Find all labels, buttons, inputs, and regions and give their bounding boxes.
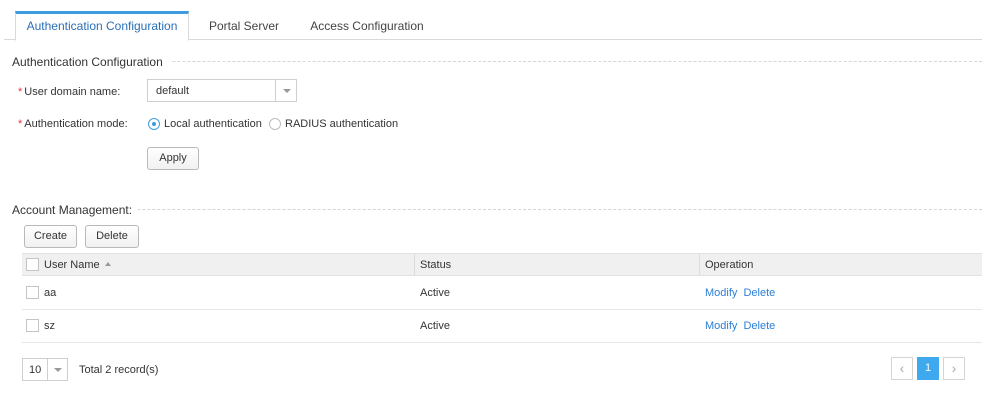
status-cell: Active: [420, 287, 450, 299]
mode-label: * Authentication mode:: [18, 118, 128, 130]
chevron-left-icon: ‹: [899, 360, 905, 376]
domain-label-text: User domain name:: [24, 86, 121, 98]
column-divider: [699, 254, 700, 275]
delete-button[interactable]: Delete: [85, 225, 139, 248]
table-row: aa Active Modify Delete: [22, 277, 982, 310]
page-size-select[interactable]: 10: [22, 358, 68, 381]
tab-portal-server[interactable]: Portal Server: [200, 11, 288, 40]
delete-link[interactable]: Delete: [743, 287, 775, 299]
status-cell: Active: [420, 320, 450, 332]
tab-authentication-configuration[interactable]: Authentication Configuration: [15, 11, 189, 41]
column-user-name-label: User Name: [44, 259, 100, 271]
radius-authentication-label[interactable]: RADIUS authentication: [285, 118, 398, 130]
select-all-checkbox[interactable]: [26, 258, 39, 271]
column-status: Status: [420, 259, 452, 271]
chevron-down-icon[interactable]: [275, 80, 296, 101]
required-mark: *: [18, 118, 23, 130]
radio-local-authentication[interactable]: [148, 118, 160, 130]
table-header: User Name Status Operation: [22, 253, 982, 276]
radio-radius-authentication[interactable]: [269, 118, 281, 130]
domain-label: * User domain name:: [18, 86, 120, 98]
tab-access-configuration[interactable]: Access Configuration: [302, 11, 432, 40]
chevron-right-icon: ›: [951, 360, 957, 376]
user-domain-value: default: [156, 85, 190, 97]
delete-link[interactable]: Delete: [743, 320, 775, 332]
column-operation: Operation: [705, 259, 754, 271]
total-records: Total 2 record(s): [79, 364, 159, 376]
table-row: sz Active Modify Delete: [22, 310, 982, 343]
section-divider: [12, 209, 982, 210]
local-authentication-label[interactable]: Local authentication: [164, 118, 262, 130]
modify-link[interactable]: Modify: [705, 287, 737, 299]
page-button-current[interactable]: 1: [917, 357, 939, 380]
page-size-value: 10: [29, 364, 42, 376]
operation-cell: Modify Delete: [705, 287, 775, 299]
prev-page-button[interactable]: ‹: [891, 357, 913, 380]
operation-cell: Modify Delete: [705, 320, 775, 332]
user-name-cell: sz: [44, 320, 55, 332]
next-page-button[interactable]: ›: [943, 357, 965, 380]
column-user-name[interactable]: User Name: [44, 259, 111, 271]
column-divider: [414, 254, 415, 275]
user-domain-select[interactable]: default: [147, 79, 297, 102]
chevron-down-icon[interactable]: [47, 359, 67, 380]
row-checkbox[interactable]: [26, 286, 39, 299]
auth-section-title: Authentication Configuration: [12, 55, 171, 69]
tab-bar: Authentication Configuration Portal Serv…: [4, 11, 982, 41]
modify-link[interactable]: Modify: [705, 320, 737, 332]
sort-ascending-icon[interactable]: [104, 262, 111, 266]
create-button[interactable]: Create: [24, 225, 77, 248]
row-checkbox[interactable]: [26, 319, 39, 332]
account-section-title: Account Management:: [12, 203, 139, 217]
user-name-cell: aa: [44, 287, 57, 299]
mode-label-text: Authentication mode:: [24, 118, 128, 130]
required-mark: *: [18, 86, 23, 98]
apply-button[interactable]: Apply: [147, 147, 199, 170]
